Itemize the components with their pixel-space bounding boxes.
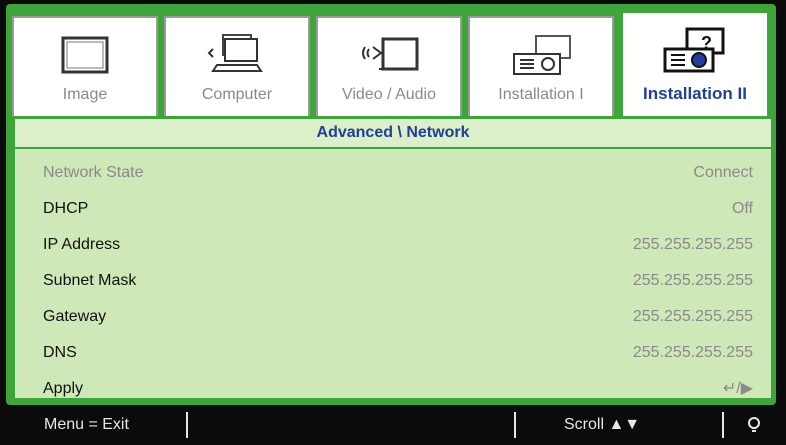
enter-arrow-icon: ↵/▶ (722, 380, 753, 397)
row-label: Subnet Mask (43, 272, 137, 289)
osd-menu: Image Computer Video / Audio Installatio… (0, 0, 786, 445)
status-divider (186, 412, 188, 438)
row-label: Gateway (43, 308, 107, 325)
row-dns[interactable]: DNS 255.255.255.255 (15, 335, 771, 371)
tab-image[interactable]: Image (12, 16, 158, 118)
row-gateway[interactable]: Gateway 255.255.255.255 (15, 299, 771, 335)
tab-video-audio[interactable]: Video / Audio (316, 16, 462, 118)
row-value: 255.255.255.255 (632, 272, 753, 289)
row-label: Network State (43, 164, 144, 181)
row-value: 255.255.255.255 (632, 308, 753, 325)
bulb-icon (742, 405, 766, 445)
panel-title: Advanced \ Network (15, 119, 771, 149)
row-dhcp[interactable]: DHCP Off (15, 191, 771, 227)
row-ip-address[interactable]: IP Address 255.255.255.255 (15, 227, 771, 263)
row-label: IP Address (43, 236, 121, 253)
projector-icon (470, 26, 612, 84)
row-value: 255.255.255.255 (632, 344, 753, 361)
row-label: DNS (43, 344, 77, 361)
tab-label: Installation I (498, 86, 584, 103)
computer-icon (166, 26, 308, 84)
status-bar: Menu = Exit Scroll ▲▼ (0, 405, 786, 445)
status-divider (514, 412, 516, 438)
monitor-icon (14, 26, 156, 84)
row-label: DHCP (43, 200, 89, 217)
tab-label: Computer (201, 86, 273, 103)
tab-installation-2[interactable]: ? Installation II (620, 10, 770, 120)
tab-label: Video / Audio (341, 86, 436, 103)
tab-strip: Image Computer Video / Audio Installatio… (12, 10, 772, 120)
tab-computer[interactable]: Computer (164, 16, 310, 118)
projector-help-icon: ? (623, 21, 767, 79)
network-panel: Advanced \ Network Network State Connect… (12, 116, 774, 401)
tab-label: Installation II (643, 84, 747, 103)
tab-label: Image (62, 86, 108, 103)
row-label: Apply (43, 380, 84, 397)
row-value: Connect (693, 164, 753, 181)
scroll-hint: Scroll ▲▼ (564, 416, 641, 433)
row-value: Off (731, 200, 753, 217)
row-network-state: Network State Connect (15, 155, 771, 191)
row-apply[interactable]: Apply ↵/▶ (15, 371, 771, 407)
menu-exit-hint: Menu = Exit (44, 416, 129, 433)
status-divider (722, 412, 724, 438)
row-subnet-mask[interactable]: Subnet Mask 255.255.255.255 (15, 263, 771, 299)
row-value: 255.255.255.255 (632, 236, 753, 253)
settings-list: Network State Connect DHCP Off IP Addres… (15, 149, 771, 398)
video-audio-icon (318, 26, 460, 84)
tab-installation-1[interactable]: Installation I (468, 16, 614, 118)
